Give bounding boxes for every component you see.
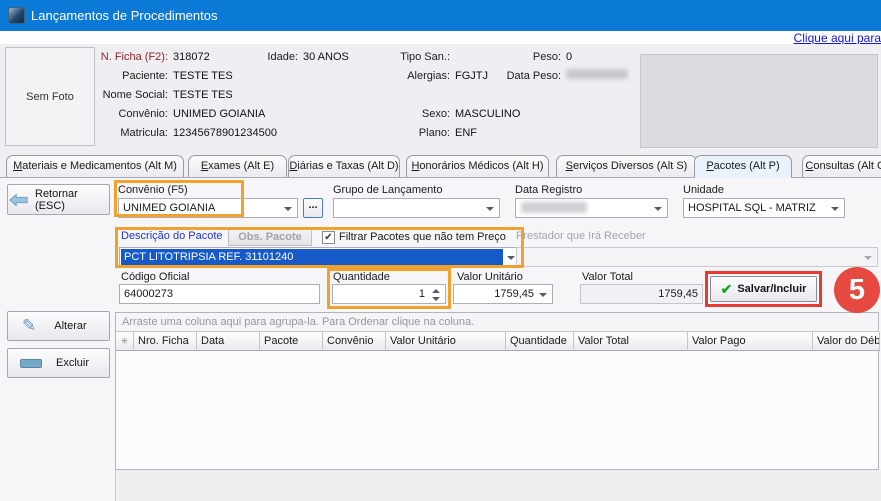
patient-peso-value: 0 [566, 51, 572, 63]
dropdown-arrow-icon [486, 207, 494, 211]
convenio-combo[interactable]: UNIMED GOIANIA [118, 198, 298, 218]
grid-body [116, 351, 878, 469]
pacote-combo[interactable]: PCT LITOTRIPSIA REF. 31101240 [119, 247, 521, 267]
valor-unitario-label: Valor Unitário [457, 271, 523, 283]
filtrar-pacotes-checkbox[interactable]: ✔ [322, 231, 335, 244]
tab-servicos[interactable]: Serviços Diversos (Alt S) [556, 155, 697, 177]
grid-column-pacote[interactable]: Pacote [260, 332, 323, 351]
redacted-data-registro-value [521, 202, 587, 213]
grid-column-nro-ficha[interactable]: Nro. Ficha [134, 332, 197, 351]
patient-sexo-label: Sexo: [250, 108, 450, 120]
grid-column-valor-do-d-bito[interactable]: Valor do Débito [813, 332, 880, 351]
patient-data-peso-label: Data Peso: [361, 70, 561, 82]
patient-sexo-value: MASCULINO [455, 108, 520, 120]
procedures-grid: Arraste uma coluna aqui para agrupa-la. … [115, 312, 879, 470]
patient-notes-panel [640, 54, 878, 148]
obs-pacote-button[interactable]: Obs. Pacote [228, 229, 312, 246]
unidade-combo[interactable]: HOSPITAL SQL - MATRIZ [683, 198, 845, 218]
descricao-pacote-label: Descrição do Pacote [121, 230, 223, 242]
patient-convenio-label: Convênio: [0, 108, 168, 120]
valor-total-field: 1759,45 [580, 284, 703, 304]
convenio-f5-label: Convênio (F5) [118, 184, 188, 196]
tab-exames[interactable]: Exames (Alt E) [188, 155, 287, 177]
quantidade-stepper[interactable]: 1 [332, 284, 446, 304]
patient-paciente-label: Paciente: [0, 70, 168, 82]
quantidade-label: Quantidade [333, 271, 390, 283]
alterar-label: Alterar [54, 320, 86, 332]
pacote-selected-value: PCT LITOTRIPSIA REF. 31101240 [121, 249, 503, 265]
eraser-icon [20, 359, 42, 368]
excluir-label: Excluir [56, 357, 89, 369]
tab-diarias[interactable]: Diárias e Taxas (Alt D) [288, 155, 400, 177]
salvar-incluir-label: Salvar/Incluir [737, 283, 806, 295]
top-right-link[interactable]: Clique aqui para [794, 31, 881, 45]
prestador-label: Prestador que Irá Receber [516, 230, 646, 242]
convenio-more-button[interactable]: ... [303, 198, 323, 218]
patient-paciente-value: TESTE TES [173, 70, 233, 82]
patient-matricula-label: Matricula: [0, 127, 168, 139]
grid-column-quantidade[interactable]: Quantidade [506, 332, 574, 351]
data-registro-label: Data Registro [515, 184, 582, 196]
codigo-oficial-input[interactable]: 64000273 [119, 284, 320, 304]
bottom-panel-right [117, 470, 881, 501]
dropdown-arrow-icon [864, 256, 872, 260]
grid-column-data[interactable]: Data [197, 332, 260, 351]
retornar-button[interactable]: Retornar (ESC) [7, 184, 110, 215]
grid-column-valor-unit-rio[interactable]: Valor Unitário [386, 332, 506, 351]
tab-pacotes[interactable]: Pacotes (Alt P) [694, 155, 792, 178]
dropdown-arrow-icon [654, 207, 662, 211]
grid-column-valor-total[interactable]: Valor Total [574, 332, 688, 351]
dropdown-arrow-icon [831, 207, 839, 211]
header-strip [0, 31, 881, 44]
valor-total-label: Valor Total [582, 271, 633, 283]
step-number-badge: 5 [834, 267, 880, 313]
bottom-panel-left [0, 470, 116, 501]
grupo-lancamento-combo[interactable] [333, 198, 500, 218]
window-title: Lançamentos de Procedimentos [31, 8, 217, 23]
unidade-label: Unidade [683, 184, 724, 196]
codigo-oficial-label: Código Oficial [121, 271, 189, 283]
dropdown-arrow-icon [507, 256, 515, 260]
patient-plano-value: ENF [455, 127, 477, 139]
pencil-icon: ✎ [22, 319, 36, 333]
spinner-arrows-icon[interactable] [431, 287, 442, 303]
excluir-button[interactable]: Excluir [7, 348, 110, 378]
redacted-data-peso-value [566, 69, 628, 79]
grid-column-conv-nio[interactable]: Convênio [323, 332, 386, 351]
prestador-combo[interactable] [516, 247, 878, 267]
tab-materiais[interactable]: Materiais e Medicamentos (Alt M) [6, 155, 184, 177]
salvar-incluir-button[interactable]: ✔ Salvar/Incluir [710, 276, 817, 302]
dropdown-arrow-icon [284, 207, 292, 211]
grid-group-by-bar[interactable]: Arraste uma coluna aqui para agrupa-la. … [116, 313, 878, 332]
valor-unitario-combo[interactable]: 1759,45 [453, 284, 553, 304]
patient-nome-social-label: Nome Social: [0, 89, 168, 101]
title-bar: Lançamentos de Procedimentos [0, 0, 881, 31]
grid-header-row: ✳Nro. FichaDataPacoteConvênioValor Unitá… [116, 332, 878, 351]
app-icon [8, 7, 25, 24]
retornar-label: Retornar (ESC) [35, 188, 109, 212]
grid-row-indicator-icon: ✳ [116, 332, 134, 351]
tab-consultas[interactable]: Consultas (Alt C) [802, 155, 881, 177]
grid-column-valor-pago[interactable]: Valor Pago [688, 332, 813, 351]
alterar-button[interactable]: ✎ Alterar [7, 311, 110, 341]
grupo-lancamento-label: Grupo de Lançamento [333, 184, 442, 196]
app-window: Lançamentos de Procedimentos Clique aqui… [0, 0, 881, 501]
patient-plano-label: Plano: [250, 127, 450, 139]
tab-honorarios[interactable]: Honorários Médicos (Alt H) [406, 155, 549, 177]
patient-nome-social-value: TESTE TES [173, 89, 233, 101]
dropdown-arrow-icon [539, 293, 547, 297]
filtrar-pacotes-label: Filtrar Pacotes que não tem Preço [339, 231, 506, 243]
patient-peso-label: Peso: [361, 51, 561, 63]
back-arrow-icon [8, 193, 28, 207]
check-icon: ✔ [721, 283, 733, 295]
